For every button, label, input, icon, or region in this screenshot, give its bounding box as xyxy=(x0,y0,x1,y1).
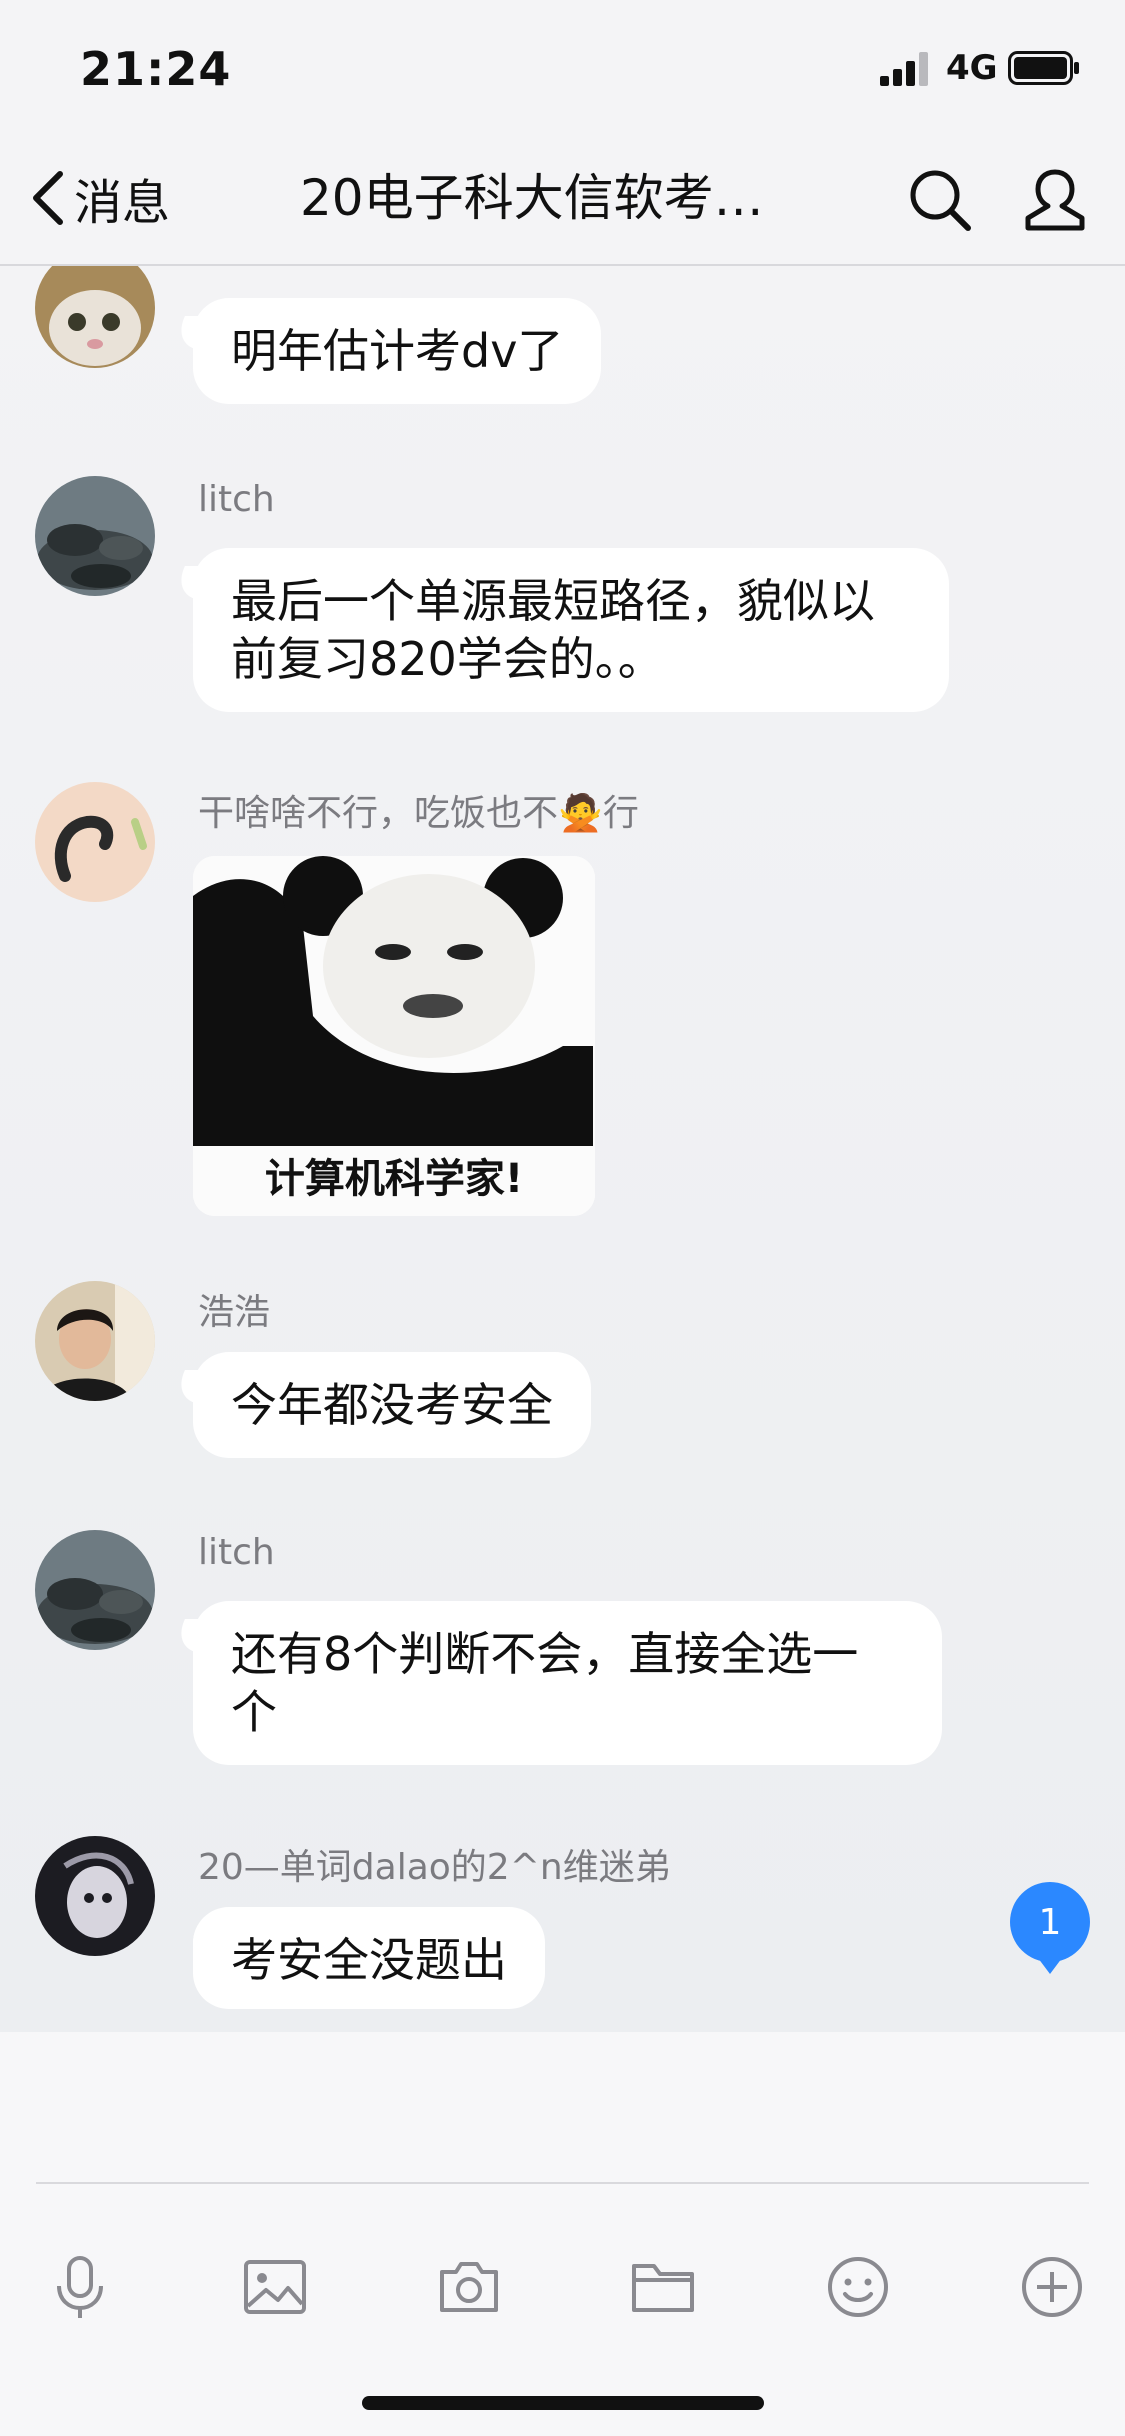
unread-badge[interactable]: 1 xyxy=(1010,1882,1090,1974)
message-bubble[interactable]: 明年估计考dv了 xyxy=(193,298,602,404)
person-avatar-image xyxy=(35,1281,155,1401)
camera-icon[interactable] xyxy=(434,2252,504,2322)
microphone-icon[interactable] xyxy=(45,2252,115,2322)
rocks-avatar-image xyxy=(35,476,155,596)
group-profile-icon[interactable] xyxy=(1020,166,1090,234)
message-text: 明年估计考dv了 xyxy=(231,324,564,378)
emoji-icon[interactable] xyxy=(823,2252,893,2322)
message-bubble[interactable]: 今年都没考安全 xyxy=(193,1352,591,1458)
nav-bar: 消息 20电子科大信软考… xyxy=(0,132,1125,266)
avatar[interactable] xyxy=(35,266,155,368)
cat-avatar-image xyxy=(35,266,155,368)
status-time: 21:24 xyxy=(80,42,232,96)
message-list[interactable]: 明年估计考dv了 litch 最后一个单源最短路径，貌似以前复习820学会的。。… xyxy=(0,266,1125,2032)
message-bubble[interactable]: 还有8个判断不会，直接全选一个 xyxy=(193,1601,942,1765)
network-label: 4G xyxy=(946,48,998,88)
sender-name: litch xyxy=(198,479,275,520)
signal-icon xyxy=(880,52,928,86)
back-button[interactable]: 消息 xyxy=(28,166,171,231)
message-bubble[interactable]: 最后一个单源最短路径，貌似以前复习820学会的。。 xyxy=(193,548,949,712)
message-text: 还有8个判断不会，直接全选一个 xyxy=(231,1627,859,1739)
tail-avatar-image xyxy=(35,782,155,902)
folder-icon[interactable] xyxy=(628,2252,698,2322)
input-area xyxy=(0,2032,1125,2436)
dark-art-avatar-image xyxy=(35,1836,155,1956)
avatar[interactable] xyxy=(35,1530,155,1650)
sender-name: 浩浩 xyxy=(198,1292,271,1333)
avatar[interactable] xyxy=(35,476,155,596)
sender-name: 20—单词dalao的2^n维迷弟 xyxy=(198,1847,671,1888)
message-text: 最后一个单源最短路径，貌似以前复习820学会的。。 xyxy=(231,574,875,686)
input-field[interactable] xyxy=(36,2182,1089,2184)
rocks-avatar-image xyxy=(35,1530,155,1650)
message-bubble[interactable]: 考安全没题出 xyxy=(193,1907,545,2009)
sticker-image[interactable]: 计算机科学家! xyxy=(193,856,595,1216)
plus-icon[interactable] xyxy=(1017,2252,1087,2322)
battery-icon xyxy=(1008,51,1079,85)
status-bar: 21:24 4G xyxy=(0,0,1125,132)
back-label: 消息 xyxy=(74,175,171,231)
avatar[interactable] xyxy=(35,782,155,902)
chat-title: 20电子科大信软考… xyxy=(300,169,764,227)
sticker-caption: 计算机科学家! xyxy=(264,1156,524,1202)
search-icon[interactable] xyxy=(908,168,972,232)
sender-name: litch xyxy=(198,1532,275,1573)
image-icon[interactable] xyxy=(240,2252,310,2322)
message-text: 今年都没考安全 xyxy=(231,1378,553,1432)
home-indicator[interactable] xyxy=(362,2396,764,2410)
message-text: 考安全没题出 xyxy=(231,1933,507,1987)
avatar[interactable] xyxy=(35,1836,155,1956)
avatar[interactable] xyxy=(35,1281,155,1401)
sender-name: 干啥啥不行，吃饭也不🙅行 xyxy=(198,793,639,834)
chevron-left-icon xyxy=(33,171,63,225)
